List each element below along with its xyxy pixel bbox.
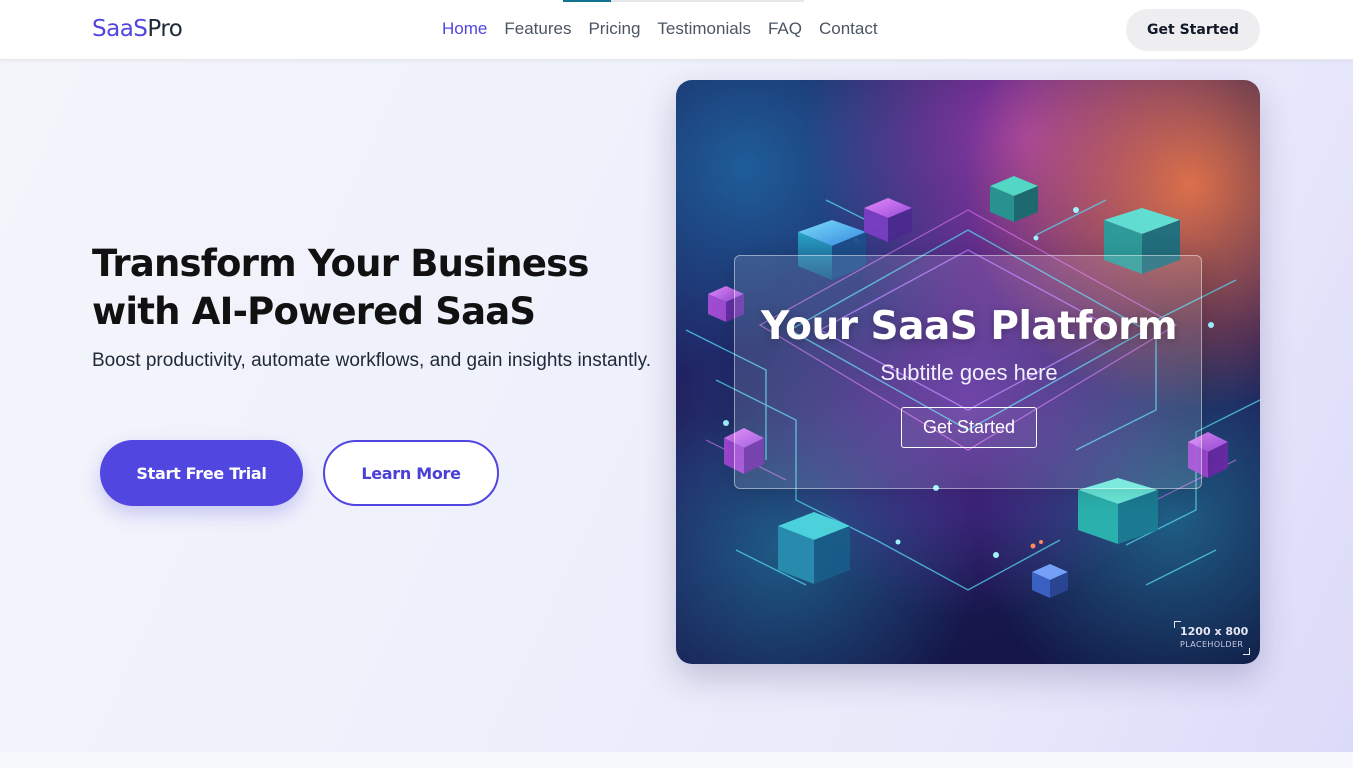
nav-links: Home Features Pricing Testimonials FAQ C… [442,19,878,39]
hero-image-title: Your SaaS Platform [761,304,1177,349]
nav-link-faq[interactable]: FAQ [768,19,802,39]
placeholder-label: PLACEHOLDER [1180,640,1244,649]
logo[interactable]: SaaSPro [92,16,183,42]
hero-headline: Transform Your Business with AI-Powered … [92,242,589,333]
placeholder-badge: 1200 x 800 PLACEHOLDER [1174,621,1250,655]
nav-link-contact[interactable]: Contact [819,19,878,39]
hero-image-overlay-card: Your SaaS Platform Subtitle goes here Ge… [734,255,1202,489]
hero-image: Your SaaS Platform Subtitle goes here Ge… [676,80,1260,664]
nav-link-pricing[interactable]: Pricing [588,19,640,39]
scroll-indicator [563,0,804,2]
logo-part-pro: Pro [147,16,183,42]
placeholder-dimensions: 1200 x 800 [1180,625,1249,638]
corner-bracket-icon [1243,648,1250,655]
nav-link-home[interactable]: Home [442,19,487,39]
nav-link-testimonials[interactable]: Testimonials [657,19,751,39]
nav-get-started-button[interactable]: Get Started [1126,9,1260,51]
nav-link-features[interactable]: Features [504,19,571,39]
start-free-trial-button[interactable]: Start Free Trial [100,440,303,506]
navbar: SaaSPro Home Features Pricing Testimonia… [0,0,1353,60]
scroll-indicator-thumb [563,0,611,2]
hero-image-get-started-button[interactable]: Get Started [901,407,1037,448]
logo-part-saas: SaaS [92,16,148,42]
hero-image-subtitle: Subtitle goes here [880,360,1058,385]
learn-more-button[interactable]: Learn More [323,440,499,506]
hero-subtext: Boost productivity, automate workflows, … [92,350,652,371]
